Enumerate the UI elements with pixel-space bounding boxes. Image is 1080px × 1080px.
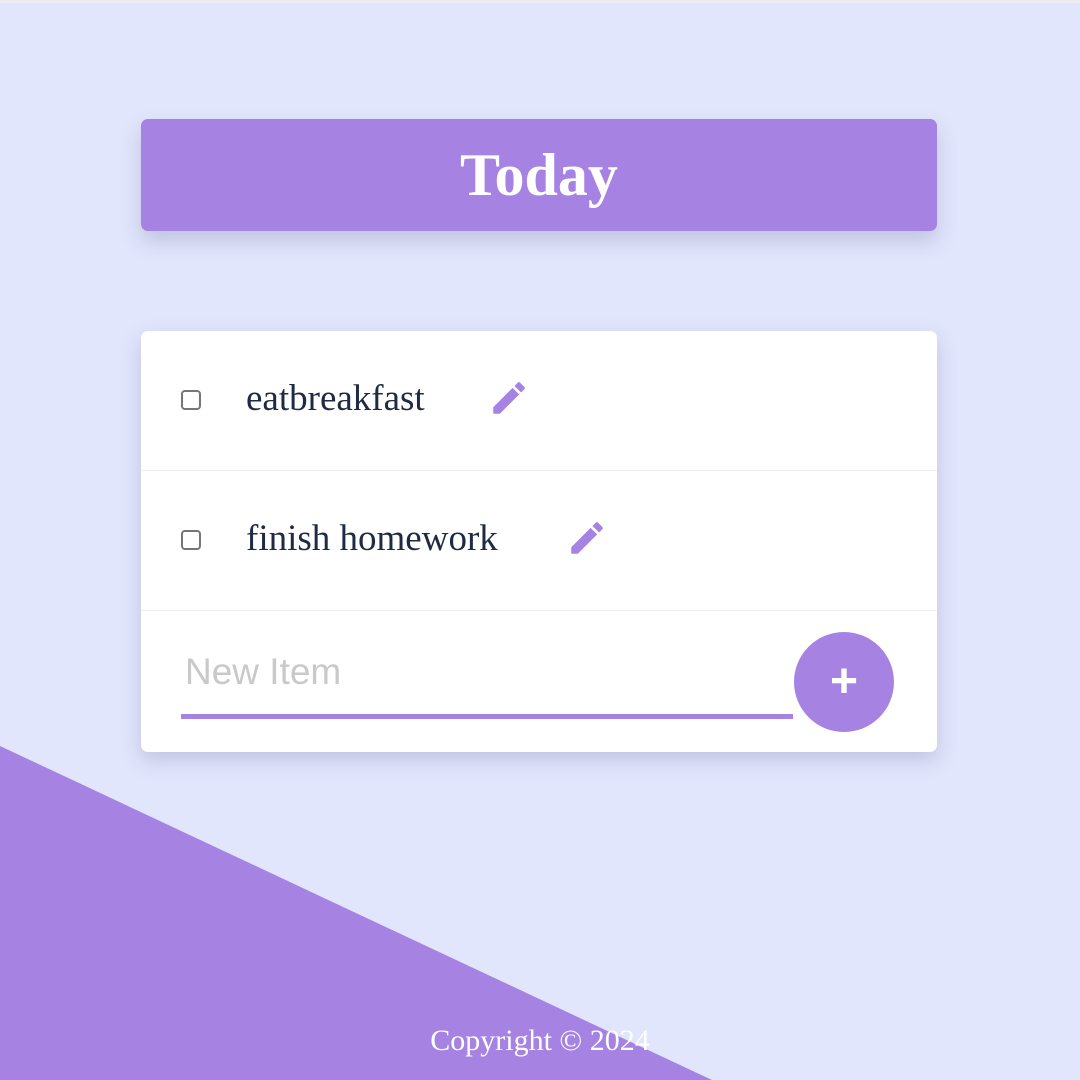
todo-list: eatbreakfast finish homework + xyxy=(141,331,937,752)
item-checkbox[interactable] xyxy=(181,390,201,410)
item-checkbox[interactable] xyxy=(181,530,201,550)
new-item-row: + xyxy=(141,611,937,751)
item-label: eatbreakfast xyxy=(246,378,425,419)
pencil-icon[interactable] xyxy=(488,377,530,419)
add-button[interactable]: + xyxy=(794,632,894,732)
heading-box: Today xyxy=(141,119,937,231)
item-label: finish homework xyxy=(246,518,498,559)
page-title: Today xyxy=(460,142,618,208)
new-item-input[interactable] xyxy=(181,629,793,719)
list-item: eatbreakfast xyxy=(141,331,937,471)
pencil-icon[interactable] xyxy=(566,517,608,559)
list-item: finish homework xyxy=(141,471,937,611)
footer-copyright: Copyright © 2024 xyxy=(430,1024,650,1057)
